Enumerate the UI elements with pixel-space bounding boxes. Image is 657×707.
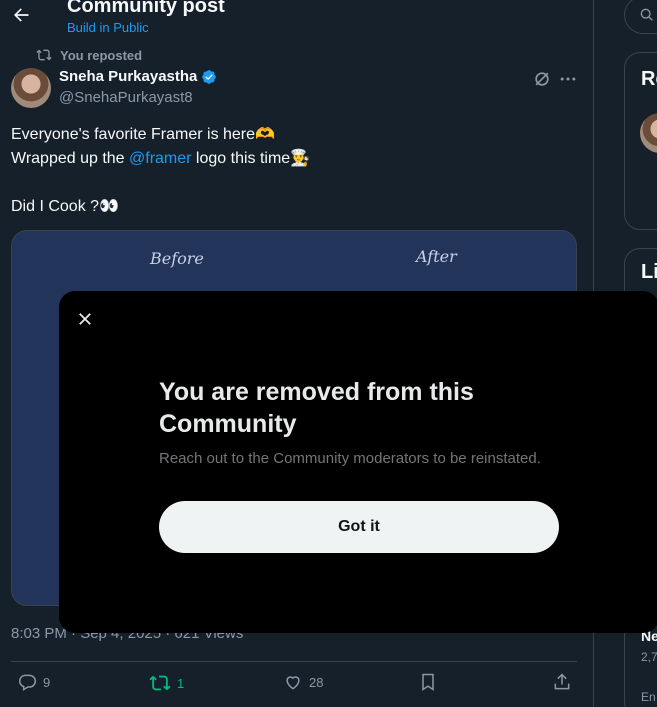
author-name[interactable]: Sneha Purkayastha — [59, 68, 197, 85]
avatar[interactable] — [640, 113, 657, 153]
bookmark-icon — [422, 673, 434, 691]
repost-icon — [36, 49, 52, 61]
repost-icon — [149, 675, 171, 691]
heart-icon — [286, 676, 300, 690]
media-after-label: After — [416, 247, 457, 266]
share-button[interactable] — [552, 672, 572, 692]
card-title: Li — [641, 261, 657, 283]
arrow-left-icon — [14, 8, 29, 22]
post-text-line: Wrapped up the @framer logo this time👨‍🍳 — [11, 147, 581, 171]
page-title: Community post — [67, 0, 225, 17]
author-avatar[interactable] — [11, 68, 51, 108]
trend-count: 2,7 — [641, 650, 657, 664]
relevant-people-card: Re — [624, 52, 657, 230]
close-button[interactable] — [73, 307, 97, 331]
post-text: Everyone's favorite Framer is here🫶 Wrap… — [11, 123, 581, 219]
reply-button[interactable]: 9 — [17, 672, 50, 692]
bookmark-button[interactable] — [418, 672, 438, 692]
reply-icon — [19, 674, 37, 691]
got-it-button[interactable]: Got it — [159, 501, 559, 553]
post-text-fragment: logo this time👨‍🍳 — [191, 150, 311, 167]
post-text-fragment: Wrapped up the — [11, 150, 130, 167]
repost-count: 1 — [177, 675, 185, 691]
search-icon — [640, 8, 653, 21]
post-text-line: Did I Cook ?👀 — [11, 198, 119, 215]
like-count: 28 — [309, 674, 324, 690]
post-text-blank — [11, 171, 581, 195]
community-name-link[interactable]: Build in Public — [67, 20, 149, 35]
author-handle[interactable]: @SnehaPurkayast8 — [59, 89, 193, 106]
repost-indicator: You reposted — [36, 47, 142, 63]
grok-button[interactable] — [532, 69, 552, 89]
repost-button[interactable]: 1 — [149, 672, 184, 694]
mention-link[interactable]: @framer — [129, 150, 191, 167]
more-options-button[interactable] — [558, 69, 578, 89]
like-button[interactable]: 28 — [283, 672, 323, 692]
more-horizontal-icon — [560, 77, 576, 81]
dialog-description: Reach out to the Community moderators to… — [159, 450, 541, 467]
back-button[interactable] — [8, 2, 34, 28]
search-input[interactable] — [624, 0, 657, 34]
verified-badge-icon — [202, 69, 217, 84]
page-header: Community post Build in Public — [0, 0, 594, 44]
close-icon — [79, 313, 91, 325]
card-title: Re — [641, 68, 657, 90]
media-before-label: Before — [150, 249, 204, 268]
dialog-title: You are removed from this Community — [159, 378, 474, 438]
grok-icon — [535, 72, 549, 86]
repost-label: You reposted — [60, 47, 143, 63]
trend-footer: En — [641, 690, 656, 704]
post-actions: 9 1 28 — [11, 672, 577, 700]
divider — [11, 661, 577, 662]
author-name-row[interactable]: Sneha Purkayastha — [59, 68, 217, 85]
reply-count: 9 — [43, 674, 51, 690]
removed-from-community-dialog: You are removed from this Community Reac… — [59, 291, 657, 633]
post-text-line: Everyone's favorite Framer is here🫶 — [11, 126, 275, 143]
share-icon — [554, 673, 570, 690]
